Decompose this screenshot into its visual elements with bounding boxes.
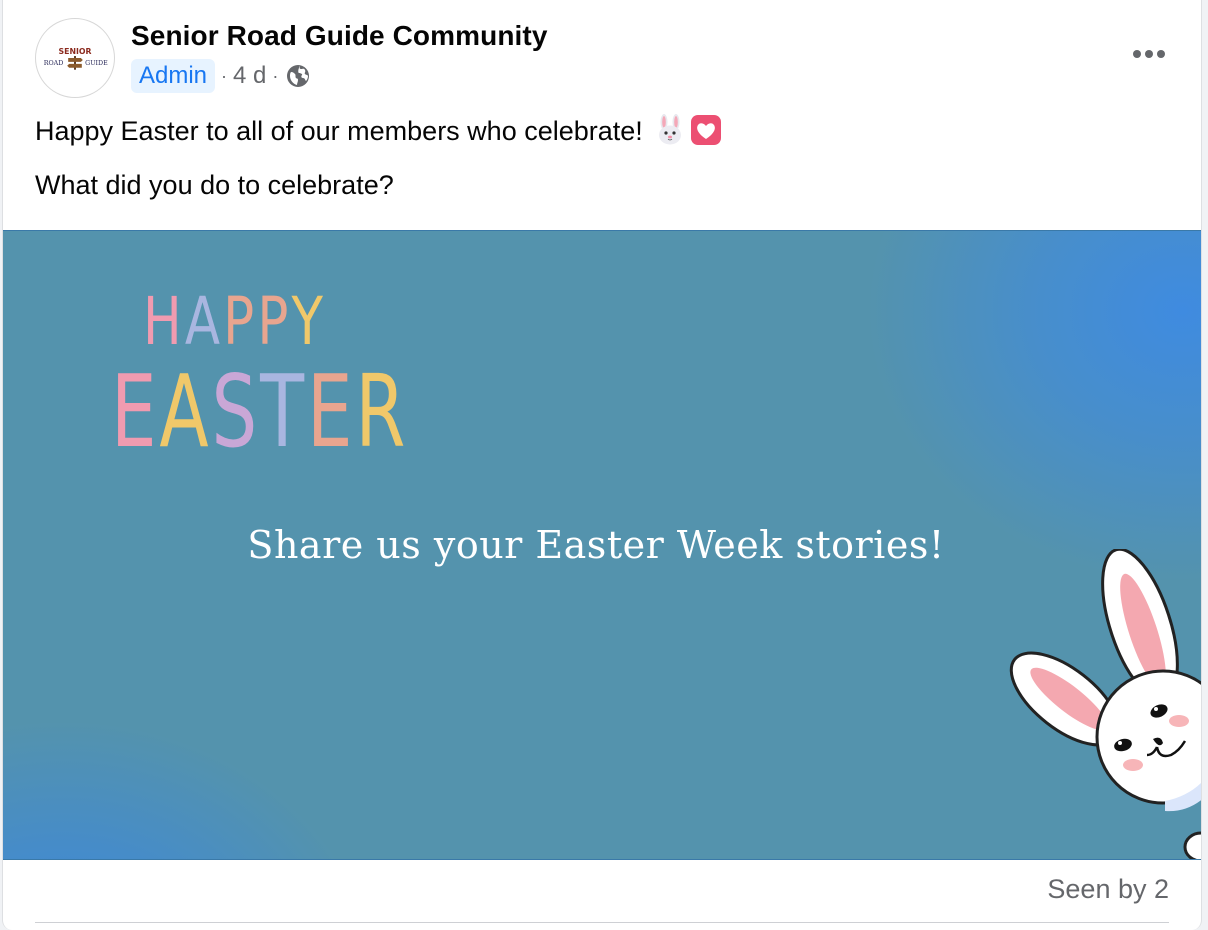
post-timestamp[interactable]: 4 d (233, 62, 266, 90)
rabbit-face-icon (654, 114, 686, 146)
happy-letter: H (143, 283, 185, 360)
post-image[interactable]: HAPPY EASTER Share us your Easter Week s… (3, 230, 1201, 860)
more-options-icon (1133, 50, 1165, 58)
easter-letter: S (211, 353, 261, 470)
happy-letter: P (257, 283, 292, 360)
easter-letter: E (111, 353, 160, 470)
easter-lettering: EASTER (111, 353, 408, 470)
group-name-link[interactable]: Senior Road Guide Community (131, 20, 548, 52)
happy-letter: P (223, 283, 258, 360)
post-text-line-1: Happy Easter to all of our members who c… (35, 114, 722, 147)
bunny-illustration (1005, 549, 1201, 859)
easter-letter: T (260, 353, 307, 470)
happy-letter: Y (291, 283, 327, 360)
meta-separator: · (221, 65, 228, 86)
group-avatar[interactable]: SENIOR ROAD GUIDE (35, 18, 115, 98)
admin-badge[interactable]: Admin (131, 59, 216, 93)
post-meta: Admin · 4 d · (131, 58, 310, 94)
happy-lettering: HAPPY (143, 283, 326, 360)
pink-heart-icon (690, 114, 722, 146)
post-text-line-2: What did you do to celebrate? (35, 170, 394, 200)
reaction-divider (35, 922, 1169, 923)
post-text-1: Happy Easter to all of our members who c… (35, 116, 643, 146)
easter-letter: R (355, 353, 409, 470)
logo-text-left: ROAD (44, 60, 64, 67)
meta-separator: · (272, 65, 279, 86)
easter-letter: A (159, 353, 212, 470)
happy-letter: A (184, 283, 224, 360)
globe-icon[interactable] (286, 64, 310, 88)
senior-road-guide-logo: SENIOR ROAD GUIDE (44, 47, 108, 70)
easter-letter: E (306, 353, 356, 470)
post-card: SENIOR ROAD GUIDE Senior Road Guide Comm… (2, 0, 1202, 930)
more-options-button[interactable] (1129, 34, 1169, 74)
logo-text-top: SENIOR (59, 47, 92, 56)
logo-text-right: GUIDE (85, 60, 108, 67)
seen-by-count[interactable]: Seen by 2 (1047, 874, 1169, 905)
